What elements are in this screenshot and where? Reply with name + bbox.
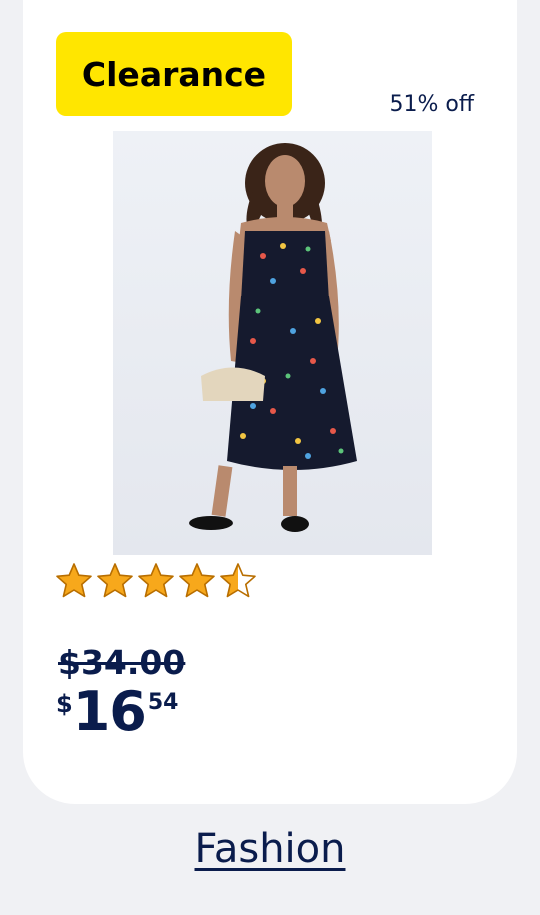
clearance-badge: Clearance <box>56 32 292 116</box>
original-price: $34.00 <box>58 643 186 682</box>
price-cents: 54 <box>147 690 179 715</box>
star-icon <box>179 563 215 598</box>
price-currency: $ <box>56 690 73 718</box>
star-icon <box>138 563 174 598</box>
price-dollars: 16 <box>72 680 147 743</box>
dress-photo-icon <box>189 143 357 532</box>
category-link-fashion[interactable]: Fashion <box>0 826 540 872</box>
discount-text: 51% off <box>389 92 474 117</box>
star-icon <box>56 563 92 598</box>
star-icon <box>97 563 133 598</box>
star-rating <box>55 562 257 600</box>
product-image[interactable] <box>113 131 432 555</box>
star-icon <box>220 563 256 598</box>
current-price: $ 16 54 <box>56 680 178 744</box>
